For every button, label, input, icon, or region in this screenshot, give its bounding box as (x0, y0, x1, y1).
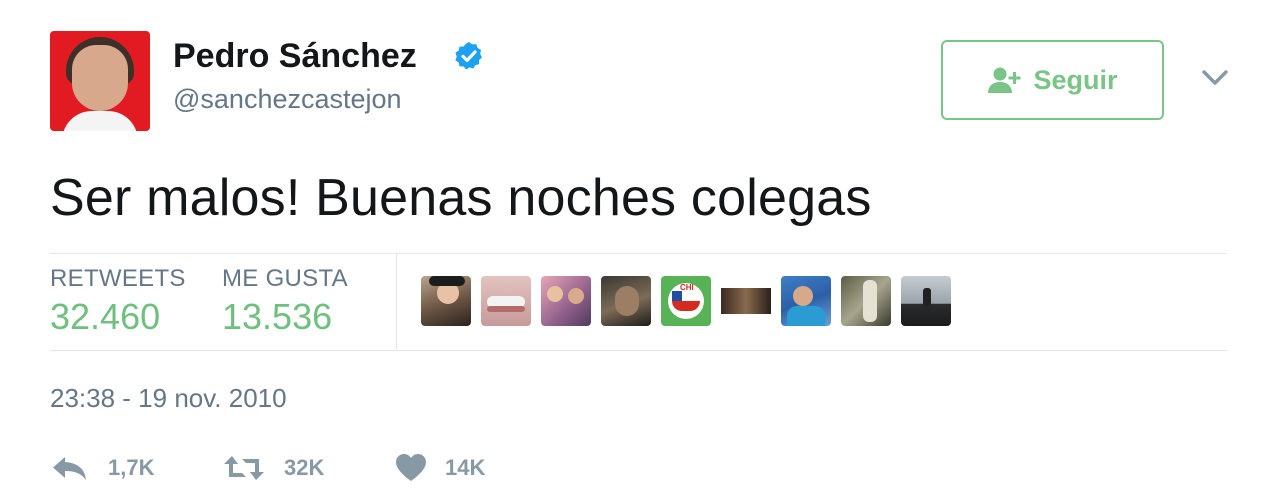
liker-avatar[interactable] (841, 276, 891, 326)
tweet-timestamp[interactable]: 23:38 - 19 nov. 2010 (50, 383, 287, 414)
reply-button[interactable]: 1,7K (50, 450, 154, 486)
reply-icon (53, 457, 86, 480)
retweet-button[interactable]: 32K (222, 450, 324, 486)
user-handle[interactable]: @sanchezcastejon (173, 84, 402, 115)
retweets-count[interactable]: 32.460 (50, 296, 160, 338)
liker-avatar[interactable] (421, 276, 471, 326)
add-user-icon (988, 67, 1021, 93)
liker-avatar[interactable] (901, 276, 951, 326)
divider-bottom (50, 350, 1227, 351)
liker-avatars: CHI (421, 276, 951, 328)
like-button[interactable]: 14K (395, 450, 485, 486)
follow-button-label: Seguir (1033, 64, 1118, 95)
tweet-card: Pedro Sánchez @sanchezcastejon Seguir Se… (0, 0, 1281, 504)
likes-label: ME GUSTA (222, 265, 348, 292)
stats-divider (396, 254, 397, 350)
chevron-down-icon[interactable] (1200, 66, 1230, 90)
liker-avatar[interactable] (601, 276, 651, 326)
like-count: 14K (445, 455, 486, 480)
divider-top (50, 253, 1227, 254)
retweet-count: 32K (284, 455, 325, 480)
liker-avatar[interactable] (481, 276, 531, 326)
liker-avatar[interactable]: CHI (661, 276, 711, 326)
liker-avatar[interactable] (781, 276, 831, 326)
avatar[interactable] (50, 31, 150, 131)
display-name[interactable]: Pedro Sánchez (173, 37, 417, 76)
liker-avatar[interactable] (721, 276, 771, 326)
heart-icon (396, 454, 426, 481)
retweet-icon (224, 456, 264, 480)
tweet-text: Ser malos! Buenas noches colegas (50, 169, 872, 227)
verified-badge-icon (455, 42, 482, 70)
reply-count: 1,7K (108, 455, 155, 480)
retweets-label: RETWEETS (50, 265, 186, 292)
liker-avatar[interactable] (541, 276, 591, 326)
likes-count[interactable]: 13.536 (222, 296, 332, 338)
follow-button[interactable]: Seguir (941, 40, 1164, 120)
